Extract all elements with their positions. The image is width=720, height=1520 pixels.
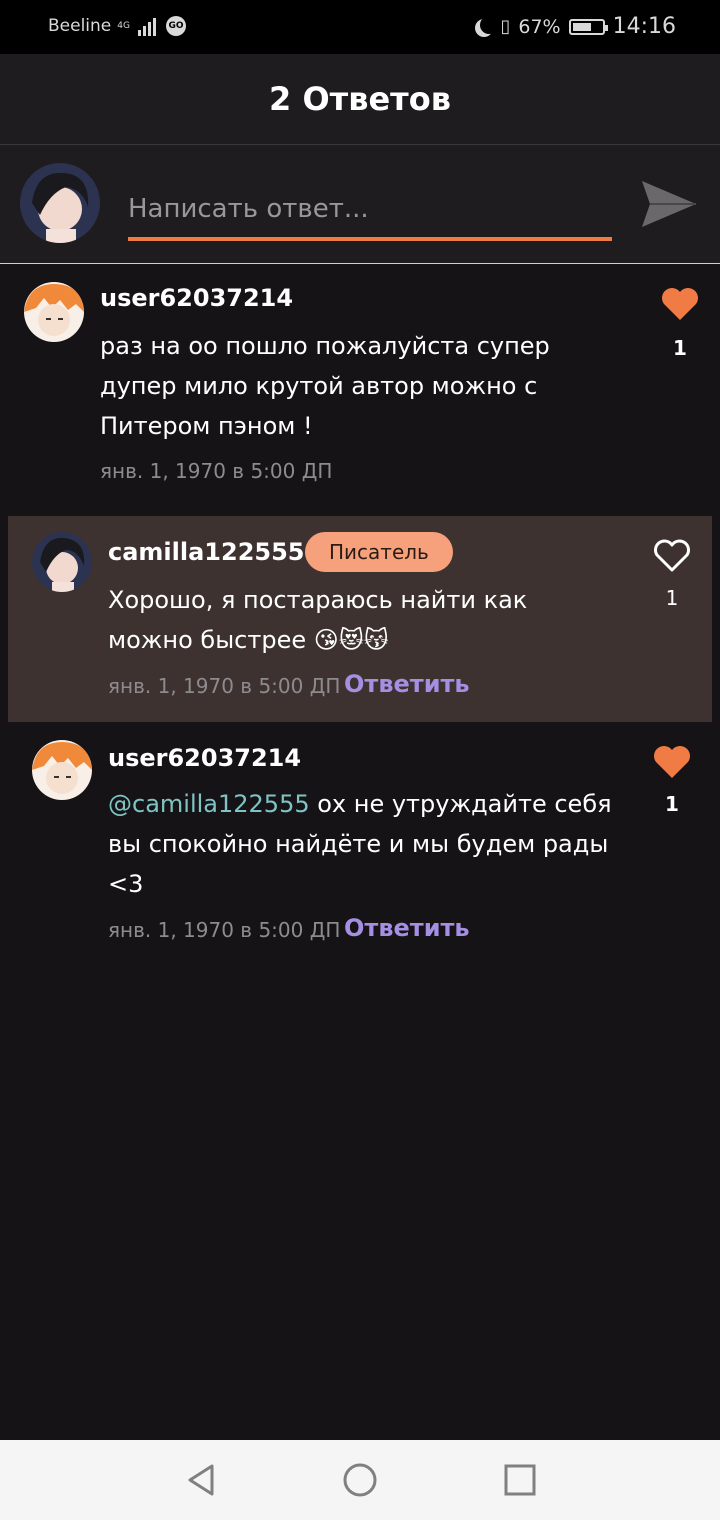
comment-item: user62037214 @camilla122555 ох не утружд… [0, 722, 720, 962]
home-icon[interactable] [342, 1462, 378, 1498]
comment-timestamp: янв. 1, 1970 в 5:00 ДП [108, 674, 341, 698]
comment-text-line: раз на оо пошло пожалуйста супер [100, 332, 550, 360]
like-count: 1 [665, 586, 679, 610]
comment-item: camilla122555 Писатель Хорошо, я постара… [0, 516, 720, 722]
comment-username[interactable]: user62037214 [100, 284, 293, 312]
network-type: 4G [117, 20, 130, 31]
comment-text: Хорошо, я постараюсь найти как можно быс… [108, 580, 628, 660]
replies-header: 2 Ответов [0, 54, 720, 145]
heart-outline-icon[interactable] [652, 538, 692, 574]
status-bar: Beeline 4G GO ▯ 67% 14:16 [0, 0, 720, 54]
avatar[interactable] [32, 740, 92, 800]
reply-input[interactable] [128, 181, 612, 241]
do-not-disturb-icon [480, 16, 498, 34]
back-icon[interactable] [184, 1462, 220, 1498]
signal-icon [137, 16, 156, 36]
vibrate-icon: ▯ [500, 16, 511, 37]
system-nav-bar [0, 1440, 720, 1520]
comment-item: user62037214 раз на оо пошло пожалуйста … [0, 264, 720, 504]
comment-timestamp: янв. 1, 1970 в 5:00 ДП [100, 459, 333, 483]
comment-text-line: дупер мило крутой автор можно с [100, 372, 538, 400]
comment-text-line: можно быстрее 😘😻😽 [108, 626, 389, 654]
heart-filled-icon[interactable] [652, 744, 692, 780]
battery-percent: 67% [518, 15, 561, 38]
avatar[interactable] [32, 532, 92, 592]
comment-text-line: @camilla122555 ох не утруждайте себя [108, 784, 628, 824]
comment-text: раз на оо пошло пожалуйста супер дупер м… [100, 326, 620, 446]
mention-link[interactable]: @camilla122555 [108, 790, 310, 818]
heart-filled-icon[interactable] [660, 286, 700, 322]
like-count: 1 [673, 336, 687, 360]
carrier-name: Beeline [48, 16, 112, 36]
comment-username[interactable]: user62037214 [108, 744, 301, 772]
reply-link[interactable]: Ответить [344, 914, 470, 942]
send-icon[interactable] [640, 175, 698, 233]
avatar[interactable] [24, 282, 84, 342]
comment-timestamp: янв. 1, 1970 в 5:00 ДП [108, 918, 341, 942]
comment-text-fragment: ох не утруждайте себя [309, 790, 612, 818]
reply-compose-bar [0, 145, 720, 264]
like-count: 1 [665, 792, 679, 816]
comment-username[interactable]: camilla122555 [108, 538, 305, 566]
reply-link[interactable]: Ответить [344, 670, 470, 698]
go-badge-icon: GO [165, 16, 186, 36]
recents-icon[interactable] [502, 1462, 538, 1498]
comment-text-line: <3 [108, 870, 144, 898]
comment-text-line: вы спокойно найдёте и мы будем рады [108, 830, 609, 858]
my-avatar [20, 163, 100, 243]
comment-text-line: Хорошо, я постараюсь найти как [108, 586, 528, 614]
clock: 14:16 [612, 14, 676, 39]
comment-text-line: Питером пэном ! [100, 412, 313, 440]
battery-icon [568, 18, 608, 35]
writer-badge: Писатель [305, 532, 453, 572]
comment-text: @camilla122555 ох не утруждайте себя вы … [108, 784, 628, 904]
page-title: 2 Ответов [269, 80, 451, 118]
